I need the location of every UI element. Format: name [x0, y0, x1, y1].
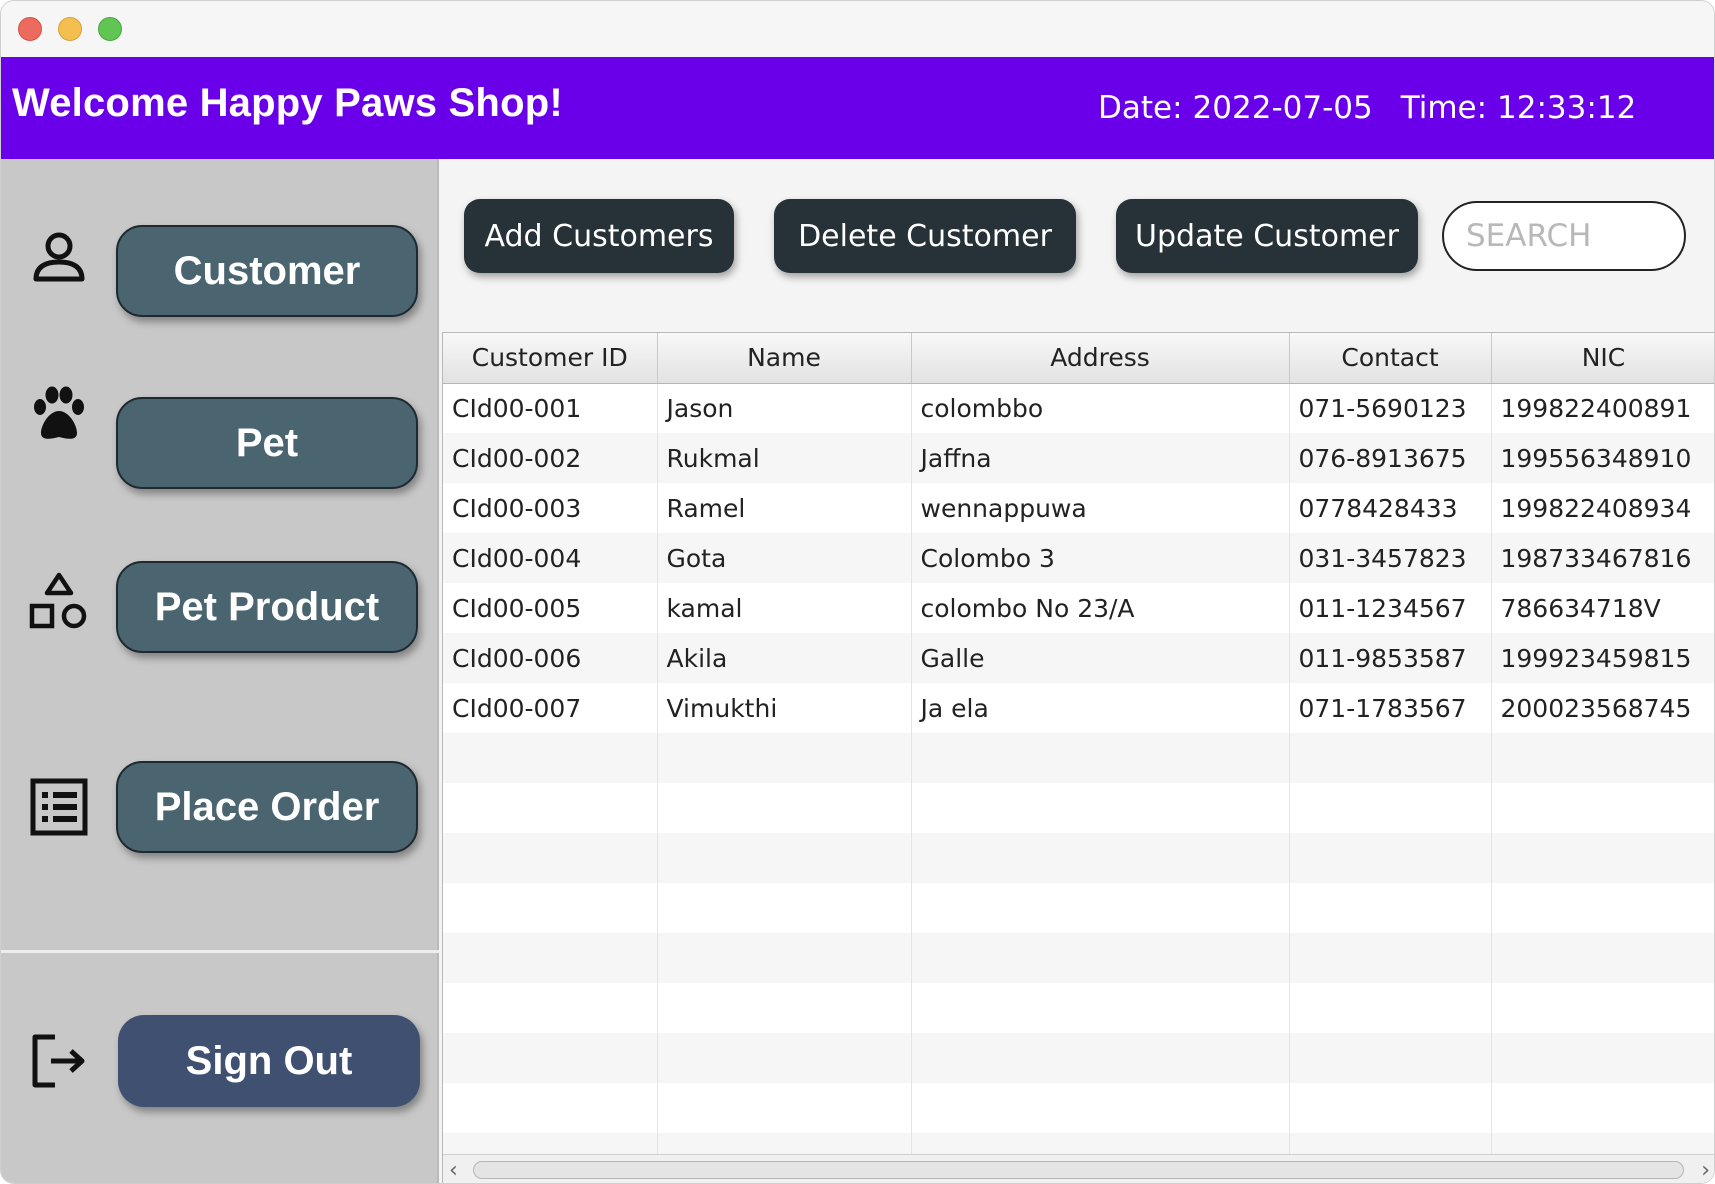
column-header-name[interactable]: Name [657, 333, 912, 384]
app-header: Welcome Happy Paws Shop! Date: 2022-07-05… [1, 57, 1714, 159]
column-header-customer-id[interactable]: Customer ID [443, 333, 658, 384]
empty-table-row [443, 733, 1714, 783]
empty-table-row [443, 783, 1714, 833]
table-cell: 071-1783567 [1289, 683, 1492, 733]
table-cell: CId00-003 [443, 483, 658, 533]
table-cell: 076-8913675 [1289, 433, 1492, 483]
table-cell: kamal [657, 583, 912, 633]
table-cell: 199822400891 [1491, 383, 1714, 433]
paw-icon [27, 383, 91, 447]
empty-table-row [443, 933, 1714, 983]
table-cell: CId00-005 [443, 583, 658, 633]
table-cell: Ja ela [911, 683, 1290, 733]
update-customer-button[interactable]: Update Customer [1116, 199, 1418, 273]
sidebar-item-pet-product[interactable]: Pet Product [116, 561, 418, 653]
table-cell: 199822408934 [1491, 483, 1714, 533]
logout-icon [27, 1029, 91, 1093]
sidebar: Customer Pet Pet Product Place Order Sig… [1, 159, 439, 1183]
search-input[interactable] [1442, 201, 1686, 271]
table-cell: CId00-006 [443, 633, 658, 683]
table-cell: Galle [911, 633, 1290, 683]
table-cell: colombo No 23/A [911, 583, 1290, 633]
table-cell: Akila [657, 633, 912, 683]
delete-customer-button[interactable]: Delete Customer [774, 199, 1076, 273]
table-cell: Gota [657, 533, 912, 583]
table-cell: 011-1234567 [1289, 583, 1492, 633]
empty-table-row [443, 983, 1714, 1033]
empty-table-row [443, 883, 1714, 933]
table-row[interactable]: CId00-006 Akila Galle 011-9853587 199923… [443, 633, 1714, 683]
sign-out-button[interactable]: Sign Out [118, 1015, 420, 1107]
empty-table-row [443, 833, 1714, 883]
column-header-address[interactable]: Address [911, 333, 1290, 384]
table-cell: 198733467816 [1491, 533, 1714, 583]
list-icon [27, 775, 91, 839]
window-close-button[interactable] [18, 17, 42, 41]
table-cell: Jason [657, 383, 912, 433]
table-cell: Vimukthi [657, 683, 912, 733]
sidebar-item-pet[interactable]: Pet [116, 397, 418, 489]
table-cell: 071-5690123 [1289, 383, 1492, 433]
sidebar-item-place-order[interactable]: Place Order [116, 761, 418, 853]
title-bar [1, 1, 1714, 57]
table-cell: 199556348910 [1491, 433, 1714, 483]
scroll-left-icon[interactable]: ‹ [449, 1158, 458, 1183]
date-value: 2022-07-05 [1192, 90, 1373, 126]
time-label: Time: [1400, 90, 1488, 126]
scroll-right-icon[interactable]: › [1701, 1158, 1710, 1183]
table-cell: Jaffna [911, 433, 1290, 483]
table-cell: CId00-002 [443, 433, 658, 483]
window-minimize-button[interactable] [58, 17, 82, 41]
sidebar-divider [1, 950, 439, 953]
add-customer-button[interactable]: Add Customers [464, 199, 734, 273]
table-cell: 0778428433 [1289, 483, 1492, 533]
table-cell: 786634718V [1491, 583, 1714, 633]
page-title: Welcome Happy Paws Shop! [12, 81, 563, 125]
table-cell: Rukmal [657, 433, 912, 483]
table-cell: wennappuwa [911, 483, 1290, 533]
window-maximize-button[interactable] [98, 17, 122, 41]
shapes-icon [27, 571, 91, 635]
table-cell: CId00-007 [443, 683, 658, 733]
time-value: 12:33:12 [1497, 90, 1637, 126]
person-icon [27, 225, 91, 289]
date-time-display: Date: 2022-07-05 Time: 12:33:12 [1098, 90, 1646, 126]
sidebar-item-customer[interactable]: Customer [116, 225, 418, 317]
table-cell: Ramel [657, 483, 912, 533]
table-cell: 031-3457823 [1289, 533, 1492, 583]
table-row[interactable]: CId00-005 kamal colombo No 23/A 011-1234… [443, 583, 1714, 633]
table-cell: 199923459815 [1491, 633, 1714, 683]
table-row[interactable]: CId00-004 Gota Colombo 3 031-3457823 198… [443, 533, 1714, 583]
table-cell: 011-9853587 [1289, 633, 1492, 683]
table-cell: 200023568745 [1491, 683, 1714, 733]
main-content: Add Customers Delete Customer Update Cus… [441, 159, 1714, 1183]
customer-table[interactable]: Customer ID Name Address Contact NIC CId… [442, 332, 1714, 1183]
table-row[interactable]: CId00-003 Ramel wennappuwa 0778428433 19… [443, 483, 1714, 533]
table-cell: colombbo [911, 383, 1290, 433]
table-cell: CId00-001 [443, 383, 658, 433]
column-header-contact[interactable]: Contact [1289, 333, 1492, 384]
table-header-row: Customer ID Name Address Contact NIC [443, 333, 1714, 384]
app-window: Welcome Happy Paws Shop! Date: 2022-07-05… [0, 0, 1715, 1184]
table-cell: CId00-004 [443, 533, 658, 583]
scrollbar-thumb[interactable] [473, 1161, 1684, 1179]
table-row[interactable]: CId00-001 Jason colombbo 071-5690123 199… [443, 383, 1714, 433]
table-row[interactable]: CId00-007 Vimukthi Ja ela 071-1783567 20… [443, 683, 1714, 733]
table-cell: Colombo 3 [911, 533, 1290, 583]
column-header-nic[interactable]: NIC [1491, 333, 1714, 384]
table-row[interactable]: CId00-002 Rukmal Jaffna 076-8913675 1995… [443, 433, 1714, 483]
horizontal-scrollbar[interactable]: ‹ › [443, 1154, 1714, 1183]
empty-table-row [443, 1083, 1714, 1133]
date-label: Date: [1098, 90, 1183, 126]
empty-table-row [443, 1033, 1714, 1083]
